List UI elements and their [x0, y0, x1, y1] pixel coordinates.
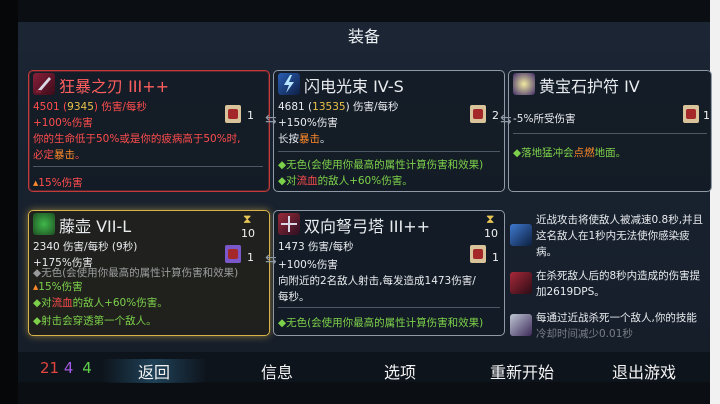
item-affix-pierce: ◆射击会穿透第一个敌人。	[33, 315, 157, 327]
scroll-count: 2	[492, 109, 499, 122]
mutation-text: 冷却时间减少0.01秒	[536, 328, 633, 340]
scroll-count: 1	[703, 109, 710, 122]
item-affix-colorless: ◆无色(会使用你最高的属性计算伤害和效果)	[278, 159, 484, 171]
item-dps: 4681 (13535) 伤害/每秒	[278, 101, 399, 113]
swap-arrows-icon: ⇆	[265, 252, 277, 268]
item-bonus: +100%伤害	[33, 117, 93, 129]
frost-mutation-icon	[510, 224, 532, 246]
item-bonus: +100%伤害	[278, 259, 338, 271]
tactics-count: 4	[63, 359, 74, 377]
scroll-icon	[225, 245, 241, 263]
stat-scrolls: 21 4 4	[40, 359, 92, 377]
cooldown-value: 10	[484, 227, 498, 240]
item-bonus: -5%所受伤害	[513, 113, 576, 125]
item-effect-cont: 每秒。	[278, 291, 310, 303]
lightning-icon	[278, 73, 300, 95]
skill-card-lightning-beam[interactable]: 闪电光束 IV-S 4681 (13535) 伤害/每秒 2 +150%伤害 长…	[273, 70, 505, 192]
scroll-count: 1	[492, 251, 499, 264]
divider	[278, 151, 500, 152]
skill-card-double-crossbow[interactable]: 双向弩弓塔 III++ ⧗ 10 1473 伤害/每秒 1 +100%伤害 向附…	[273, 210, 505, 336]
item-title: 黄宝石护符 IV	[539, 77, 640, 96]
item-effect: 向附近的2名敌人射击,每发造成1473伤害/	[278, 275, 476, 287]
cooldown-value: 10	[241, 227, 255, 240]
cooldown-hourglass-icon: ⧗	[243, 212, 252, 226]
skill-mutation-icon	[510, 314, 532, 336]
left-border	[0, 0, 18, 404]
restart-button[interactable]: 重新开始	[490, 359, 554, 383]
item-effect: 长按暴击。	[278, 133, 331, 145]
scroll-icon	[470, 245, 486, 263]
item-title: 狂暴之刃 III++	[59, 77, 170, 96]
item-bonus: +150%伤害	[278, 117, 338, 129]
item-title: 闪电光束 IV-S	[304, 77, 404, 96]
equipment-panel: 狂暴之刃 III++ 4501 (9345) 伤害/每秒 1 +100%伤害 你…	[18, 52, 712, 352]
scroll-icon	[683, 105, 699, 123]
cooldown-hourglass-icon: ⧗	[486, 212, 495, 226]
mutation-text: 每通过近战杀死一个敌人,你的技能	[536, 312, 697, 324]
item-affix-bleed: ◆对流血的敌人+60%伤害。	[278, 175, 413, 187]
scroll-icon	[225, 105, 241, 123]
survival-count: 4	[82, 359, 92, 377]
mutation-text: 在杀死敌人后的8秒内造成的伤害提	[536, 270, 701, 282]
swap-arrows-icon: ⇆	[500, 112, 512, 128]
item-title: 藤壶 VII-L	[59, 217, 132, 236]
weapon-card-brutality-blade[interactable]: 狂暴之刃 III++ 4501 (9345) 伤害/每秒 1 +100%伤害 你…	[28, 70, 270, 192]
mutation-text: 近战攻击将使敌人被减速0.8秒,并且	[536, 214, 704, 226]
page-title: 装备	[347, 27, 380, 46]
mutations-column: 近战攻击将使敌人被减速0.8秒,并且 这名敌人在1秒内无法使你感染疲 病。 在杀…	[508, 210, 710, 350]
divider	[33, 166, 263, 167]
item-title: 双向弩弓塔 III++	[304, 217, 431, 236]
item-dps: 2340 伤害/每秒 (9秒)	[33, 241, 138, 253]
scroll-icon	[470, 105, 486, 123]
item-affix-colorless: ◆无色(会使用你最高的属性计算伤害和效果)	[33, 267, 239, 279]
right-border	[710, 0, 720, 404]
game-screen: 装备 狂暴之刃 III++ 4501 (9345) 伤害/每秒 1 +100%伤…	[0, 0, 720, 404]
item-effect-crit: 必定暴击。	[33, 149, 86, 161]
mutation-text: 这名敌人在1秒内无法使你感染疲	[536, 230, 690, 242]
swap-arrows-icon: ⇆	[265, 112, 277, 128]
info-button[interactable]: 信息	[261, 359, 293, 383]
back-button[interactable]: 返回	[102, 359, 207, 383]
item-affix: ▴15%伤害	[33, 177, 83, 189]
item-affix-ignite: ◆落地猛冲会点燃地面。	[513, 147, 627, 159]
blood-mutation-icon	[510, 272, 532, 294]
divider	[513, 133, 707, 134]
mutation-row[interactable]: 在杀死敌人后的8秒内造成的伤害提 加2619DPS。	[508, 262, 708, 306]
options-button[interactable]: 选项	[384, 359, 416, 383]
mutation-text: 病。	[536, 246, 557, 258]
quit-button[interactable]: 退出游戏	[612, 359, 676, 383]
item-affix-damage: ▴15%伤害	[33, 281, 83, 293]
item-dps: 4501 (9345) 伤害/每秒	[33, 101, 147, 113]
amulet-card-topaz[interactable]: 黄宝石护符 IV 1 -5%所受伤害 ◆落地猛冲会点燃地面。	[508, 70, 712, 192]
crossbow-icon	[278, 213, 300, 235]
barnacle-icon	[33, 213, 55, 235]
bottom-menu: 21 4 4 返回 信息 选项 重新开始 退出游戏	[18, 352, 710, 383]
amulet-icon	[513, 73, 535, 95]
mutation-text: 加2619DPS。	[536, 286, 605, 298]
mutation-row[interactable]: 近战攻击将使敌人被减速0.8秒,并且 这名敌人在1秒内无法使你感染疲 病。	[508, 210, 708, 262]
item-affix-colorless: ◆无色(会使用你最高的属性计算伤害和效果)	[278, 317, 484, 329]
scroll-count: 1	[247, 109, 254, 122]
sword-icon	[33, 73, 55, 95]
scroll-count: 1	[247, 251, 254, 264]
skill-card-barnacle[interactable]: 藤壶 VII-L ⧗ 10 2340 伤害/每秒 (9秒) 1 +175%伤害 …	[28, 210, 270, 336]
mutation-row[interactable]: 每通过近战杀死一个敌人,你的技能 冷却时间减少0.01秒	[508, 306, 708, 346]
brutality-count: 21	[40, 359, 60, 377]
item-effect: 你的生命低于50%或是你的疲病高于50%时,	[33, 133, 241, 145]
item-dps: 1473 伤害/每秒	[278, 241, 354, 253]
item-affix-bleed: ◆对流血的敌人+60%伤害。	[33, 297, 168, 309]
divider	[278, 307, 500, 308]
